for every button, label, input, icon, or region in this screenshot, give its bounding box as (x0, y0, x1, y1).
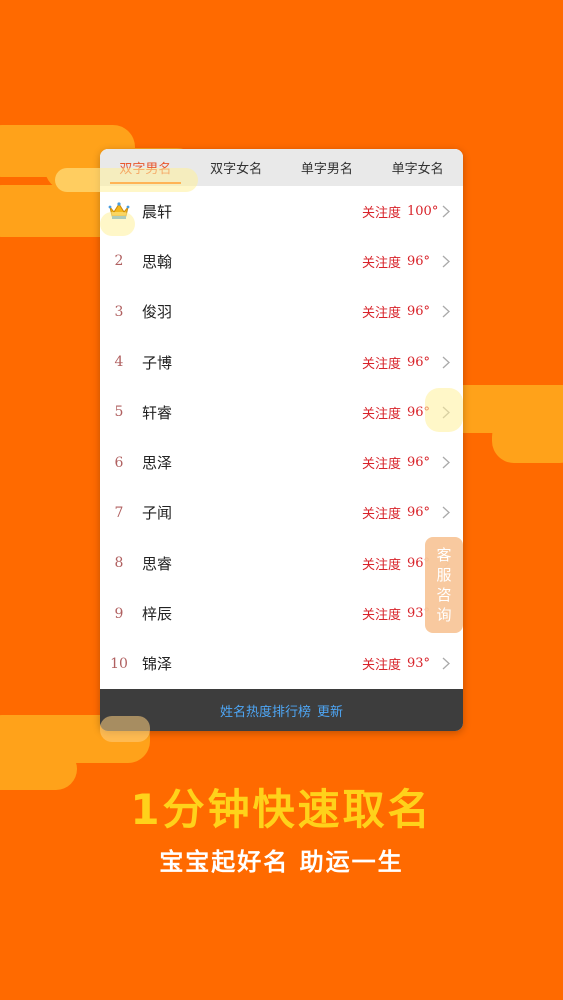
rank-number: 8 (114, 555, 124, 572)
customer-service-button[interactable]: 客 服 咨 询 (425, 537, 463, 633)
attention-label: 关注度 (361, 658, 401, 674)
name-text: 锦泽 (142, 655, 173, 674)
attention-label: 关注度 (361, 557, 401, 573)
rank-number: 7 (114, 504, 124, 521)
footer-title: 姓名热度排行榜 (219, 704, 311, 720)
list-item[interactable]: 6 思泽 关注度 96° (100, 437, 463, 487)
attention-label: 关注度 (361, 608, 401, 624)
rank-number: 9 (114, 605, 124, 622)
name-text: 子闻 (142, 504, 173, 523)
list-item[interactable]: 9 梓辰 关注度 93° (100, 588, 463, 638)
name-list: 晨轩 关注度 100° 2 思翰 关注度 96° 3 俊羽 关注度 96° 4 子博 关注度 96° 5 轩睿关… (100, 186, 463, 689)
attention-label: 关注度 (361, 356, 401, 372)
cloud-right-2 (492, 415, 563, 463)
list-item[interactable]: 5 轩睿 关注度 96° (100, 387, 463, 437)
attention-label: 关注度 (361, 507, 401, 523)
cloud-overlay-left-2 (100, 212, 135, 236)
attention-score: 96° (407, 304, 431, 320)
slogan: 1分钟快速取名 (130, 785, 433, 834)
tab-single-male[interactable]: 单字男名 (282, 149, 373, 186)
cloud-overlay-bottom (100, 716, 150, 742)
attention-label: 关注度 (361, 306, 401, 322)
attention-score: 100° (407, 203, 439, 219)
list-item[interactable]: 10 锦泽 关注度 93° (100, 639, 463, 689)
service-char-2: 服 (436, 566, 452, 584)
name-text: 梓辰 (142, 605, 173, 624)
attention-label: 关注度 (361, 457, 401, 473)
name-text: 思翰 (142, 252, 173, 271)
footer-bar: 姓名热度排行榜 更新 (100, 689, 463, 731)
list-item[interactable]: 4 子博 关注度 96° (100, 337, 463, 387)
subtitle: 宝宝起好名 助运一生 (159, 848, 404, 876)
chevron-right-icon (437, 205, 455, 218)
chevron-right-icon (437, 356, 455, 369)
tab-double-female[interactable]: 双字女名 (191, 149, 282, 186)
rank-number: 10 (110, 655, 128, 672)
list-item[interactable]: 晨轩 关注度 100° (100, 186, 463, 236)
rank-number: 3 (114, 303, 124, 320)
list-item[interactable]: 7 子闻 关注度 96° (100, 488, 463, 538)
name-text: 俊羽 (142, 303, 173, 322)
service-char-1: 客 (436, 546, 452, 564)
cloud-overlay-right (425, 388, 463, 432)
chevron-right-icon (437, 456, 455, 469)
name-text: 子博 (142, 353, 173, 372)
attention-score: 96° (407, 505, 431, 521)
list-item[interactable]: 3 俊羽 关注度 96° (100, 287, 463, 337)
cloud-overlay-left (55, 168, 198, 192)
name-text: 轩睿 (142, 403, 173, 422)
tab-single-female[interactable]: 单字女名 (372, 149, 463, 186)
attention-label: 关注度 (361, 255, 401, 271)
attention-score: 96° (407, 455, 431, 471)
chevron-right-icon (437, 255, 455, 268)
service-char-4: 询 (436, 606, 452, 624)
chevron-right-icon (437, 506, 455, 519)
list-item[interactable]: 2 思翰 关注度 96° (100, 236, 463, 286)
footer-update-link[interactable]: 更新 (317, 701, 343, 720)
name-text: 思泽 (142, 454, 173, 473)
attention-label: 关注度 (361, 406, 401, 422)
rank-number: 6 (114, 454, 124, 471)
attention-score: 93° (407, 656, 431, 672)
ranking-card: 双字男名 双字女名 单字男名 单字女名 晨轩关注度100°2思翰关注度96°3俊… (100, 149, 463, 731)
attention-score: 96° (407, 354, 431, 370)
rank-number: 2 (114, 253, 124, 270)
rank-number: 4 (114, 354, 124, 371)
rank-number: 5 (114, 404, 124, 421)
name-text: 晨轩 (142, 202, 173, 221)
service-char-3: 咨 (436, 586, 452, 604)
attention-score: 96° (407, 253, 431, 269)
name-text: 思睿 (142, 554, 173, 573)
chevron-right-icon (437, 305, 455, 318)
attention-label: 关注度 (361, 205, 401, 221)
list-item[interactable]: 8 思睿 关注度 96° (100, 538, 463, 588)
chevron-right-icon (437, 657, 455, 670)
